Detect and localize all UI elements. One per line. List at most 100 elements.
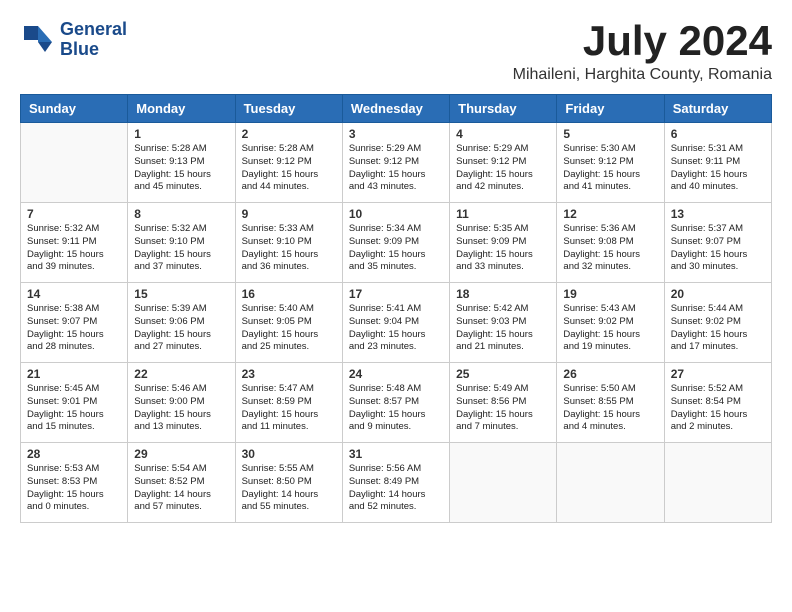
day-info: Sunrise: 5:55 AM Sunset: 8:50 PM Dayligh…	[242, 463, 336, 514]
day-info: Sunrise: 5:49 AM Sunset: 8:56 PM Dayligh…	[456, 383, 550, 434]
day-number: 2	[242, 127, 336, 141]
day-number: 9	[242, 207, 336, 221]
calendar-cell: 10 Sunrise: 5:34 AM Sunset: 9:09 PM Dayli…	[342, 203, 449, 283]
day-number: 11	[456, 207, 550, 221]
day-number: 26	[563, 367, 657, 381]
day-number: 18	[456, 287, 550, 301]
calendar-cell	[557, 443, 664, 523]
calendar-week-row: 7 Sunrise: 5:32 AM Sunset: 9:11 PM Daylig…	[21, 203, 772, 283]
day-header-friday: Friday	[557, 95, 664, 123]
calendar-cell: 7 Sunrise: 5:32 AM Sunset: 9:11 PM Daylig…	[21, 203, 128, 283]
calendar-cell: 21 Sunrise: 5:45 AM Sunset: 9:01 PM Dayli…	[21, 363, 128, 443]
day-header-sunday: Sunday	[21, 95, 128, 123]
day-info: Sunrise: 5:28 AM Sunset: 9:13 PM Dayligh…	[134, 143, 228, 194]
day-info: Sunrise: 5:42 AM Sunset: 9:03 PM Dayligh…	[456, 303, 550, 354]
day-number: 19	[563, 287, 657, 301]
calendar-cell: 25 Sunrise: 5:49 AM Sunset: 8:56 PM Dayli…	[450, 363, 557, 443]
day-info: Sunrise: 5:54 AM Sunset: 8:52 PM Dayligh…	[134, 463, 228, 514]
day-info: Sunrise: 5:45 AM Sunset: 9:01 PM Dayligh…	[27, 383, 121, 434]
calendar-cell: 24Sunrise: 5:48 AM Sunset: 8:57 PM Dayli…	[342, 363, 449, 443]
day-header-monday: Monday	[128, 95, 235, 123]
day-number: 12	[563, 207, 657, 221]
day-info: Sunrise: 5:34 AM Sunset: 9:09 PM Dayligh…	[349, 223, 443, 274]
day-number: 23	[242, 367, 336, 381]
calendar-cell: 27 Sunrise: 5:52 AM Sunset: 8:54 PM Dayli…	[664, 363, 771, 443]
day-info: Sunrise: 5:32 AM Sunset: 9:10 PM Dayligh…	[134, 223, 228, 274]
logo-icon	[20, 22, 56, 58]
calendar-cell: 4Sunrise: 5:29 AM Sunset: 9:12 PM Daylig…	[450, 123, 557, 203]
day-header-tuesday: Tuesday	[235, 95, 342, 123]
day-number: 10	[349, 207, 443, 221]
day-info: Sunrise: 5:30 AM Sunset: 9:12 PM Dayligh…	[563, 143, 657, 194]
day-number: 15	[134, 287, 228, 301]
day-header-saturday: Saturday	[664, 95, 771, 123]
calendar-cell: 8 Sunrise: 5:32 AM Sunset: 9:10 PM Daylig…	[128, 203, 235, 283]
calendar-cell: 6Sunrise: 5:31 AM Sunset: 9:11 PM Daylig…	[664, 123, 771, 203]
day-info: Sunrise: 5:38 AM Sunset: 9:07 PM Dayligh…	[27, 303, 121, 354]
day-number: 16	[242, 287, 336, 301]
calendar-cell: 19 Sunrise: 5:43 AM Sunset: 9:02 PM Dayli…	[557, 283, 664, 363]
calendar-cell: 14 Sunrise: 5:38 AM Sunset: 9:07 PM Dayli…	[21, 283, 128, 363]
day-info: Sunrise: 5:50 AM Sunset: 8:55 PM Dayligh…	[563, 383, 657, 434]
day-info: Sunrise: 5:48 AM Sunset: 8:57 PM Dayligh…	[349, 383, 443, 434]
day-info: Sunrise: 5:37 AM Sunset: 9:07 PM Dayligh…	[671, 223, 765, 274]
calendar-cell: 5 Sunrise: 5:30 AM Sunset: 9:12 PM Daylig…	[557, 123, 664, 203]
day-number: 27	[671, 367, 765, 381]
calendar-week-row: 1 Sunrise: 5:28 AM Sunset: 9:13 PM Daylig…	[21, 123, 772, 203]
calendar-cell: 13 Sunrise: 5:37 AM Sunset: 9:07 PM Dayli…	[664, 203, 771, 283]
calendar-header-row: SundayMondayTuesdayWednesdayThursdayFrid…	[21, 95, 772, 123]
month-year: July 2024	[513, 20, 772, 62]
day-info: Sunrise: 5:36 AM Sunset: 9:08 PM Dayligh…	[563, 223, 657, 274]
day-number: 7	[27, 207, 121, 221]
day-info: Sunrise: 5:28 AM Sunset: 9:12 PM Dayligh…	[242, 143, 336, 194]
calendar-cell: 26 Sunrise: 5:50 AM Sunset: 8:55 PM Dayli…	[557, 363, 664, 443]
day-info: Sunrise: 5:33 AM Sunset: 9:10 PM Dayligh…	[242, 223, 336, 274]
calendar-cell: 17Sunrise: 5:41 AM Sunset: 9:04 PM Dayli…	[342, 283, 449, 363]
calendar-cell: 16 Sunrise: 5:40 AM Sunset: 9:05 PM Dayli…	[235, 283, 342, 363]
calendar-cell: 9 Sunrise: 5:33 AM Sunset: 9:10 PM Daylig…	[235, 203, 342, 283]
day-number: 5	[563, 127, 657, 141]
day-info: Sunrise: 5:39 AM Sunset: 9:06 PM Dayligh…	[134, 303, 228, 354]
day-header-thursday: Thursday	[450, 95, 557, 123]
day-header-wednesday: Wednesday	[342, 95, 449, 123]
day-info: Sunrise: 5:56 AM Sunset: 8:49 PM Dayligh…	[349, 463, 443, 514]
day-info: Sunrise: 5:41 AM Sunset: 9:04 PM Dayligh…	[349, 303, 443, 354]
calendar-cell: 2 Sunrise: 5:28 AM Sunset: 9:12 PM Daylig…	[235, 123, 342, 203]
day-number: 30	[242, 447, 336, 461]
calendar-week-row: 28Sunrise: 5:53 AM Sunset: 8:53 PM Dayli…	[21, 443, 772, 523]
logo-text: General Blue	[60, 20, 127, 60]
day-number: 6	[671, 127, 765, 141]
day-number: 1	[134, 127, 228, 141]
calendar-cell	[450, 443, 557, 523]
day-info: Sunrise: 5:47 AM Sunset: 8:59 PM Dayligh…	[242, 383, 336, 434]
calendar-cell: 22Sunrise: 5:46 AM Sunset: 9:00 PM Dayli…	[128, 363, 235, 443]
calendar-cell: 23 Sunrise: 5:47 AM Sunset: 8:59 PM Dayli…	[235, 363, 342, 443]
calendar-week-row: 21 Sunrise: 5:45 AM Sunset: 9:01 PM Dayli…	[21, 363, 772, 443]
calendar-cell	[664, 443, 771, 523]
calendar-cell: 15 Sunrise: 5:39 AM Sunset: 9:06 PM Dayli…	[128, 283, 235, 363]
title-area: July 2024 Mihaileni, Harghita County, Ro…	[513, 20, 772, 84]
day-number: 29	[134, 447, 228, 461]
day-info: Sunrise: 5:29 AM Sunset: 9:12 PM Dayligh…	[456, 143, 550, 194]
day-info: Sunrise: 5:52 AM Sunset: 8:54 PM Dayligh…	[671, 383, 765, 434]
day-info: Sunrise: 5:35 AM Sunset: 9:09 PM Dayligh…	[456, 223, 550, 274]
day-number: 13	[671, 207, 765, 221]
location: Mihaileni, Harghita County, Romania	[513, 66, 772, 84]
logo-line2: Blue	[60, 40, 127, 60]
day-number: 3	[349, 127, 443, 141]
day-number: 20	[671, 287, 765, 301]
day-info: Sunrise: 5:29 AM Sunset: 9:12 PM Dayligh…	[349, 143, 443, 194]
calendar-cell: 30 Sunrise: 5:55 AM Sunset: 8:50 PM Dayli…	[235, 443, 342, 523]
logo-line1: General	[60, 20, 127, 40]
day-info: Sunrise: 5:40 AM Sunset: 9:05 PM Dayligh…	[242, 303, 336, 354]
logo: General Blue	[20, 20, 127, 60]
day-number: 14	[27, 287, 121, 301]
day-info: Sunrise: 5:43 AM Sunset: 9:02 PM Dayligh…	[563, 303, 657, 354]
day-number: 21	[27, 367, 121, 381]
day-info: Sunrise: 5:32 AM Sunset: 9:11 PM Dayligh…	[27, 223, 121, 274]
day-info: Sunrise: 5:44 AM Sunset: 9:02 PM Dayligh…	[671, 303, 765, 354]
day-number: 8	[134, 207, 228, 221]
calendar-cell: 28Sunrise: 5:53 AM Sunset: 8:53 PM Dayli…	[21, 443, 128, 523]
calendar-cell: 11 Sunrise: 5:35 AM Sunset: 9:09 PM Dayli…	[450, 203, 557, 283]
day-number: 25	[456, 367, 550, 381]
